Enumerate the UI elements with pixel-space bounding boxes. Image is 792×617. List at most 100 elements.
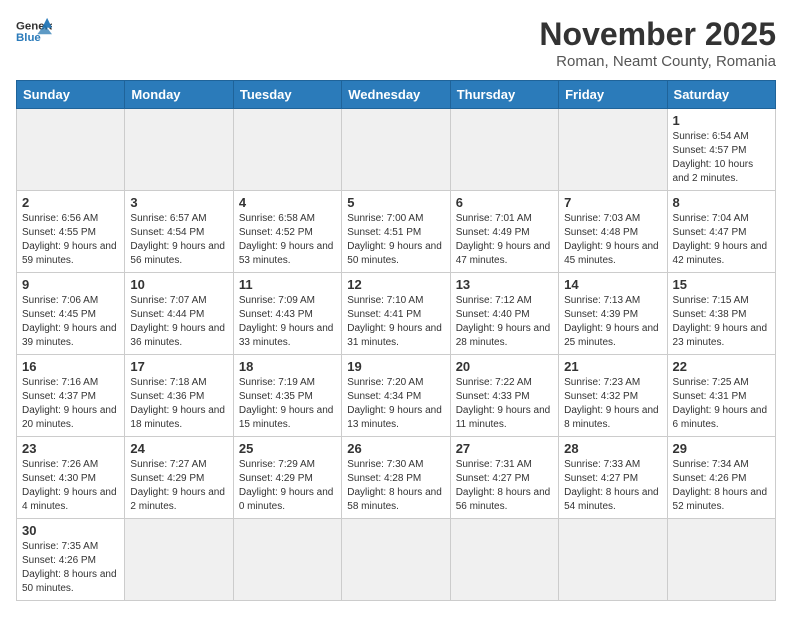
calendar-cell: 28 Sunrise: 7:33 AM Sunset: 4:27 PM Dayli… bbox=[559, 437, 667, 519]
calendar-cell: 25 Sunrise: 7:29 AM Sunset: 4:29 PM Dayli… bbox=[233, 437, 341, 519]
calendar-cell: 1 Sunrise: 6:54 AM Sunset: 4:57 PM Daylig… bbox=[667, 109, 775, 191]
day-info: Sunrise: 7:31 AM Sunset: 4:27 PM Dayligh… bbox=[456, 458, 553, 514]
calendar-cell: 18Sunrise: 7:19 AM Sunset: 4:35 PM Dayli… bbox=[233, 355, 341, 437]
calendar-week-row: 23 Sunrise: 7:26 AM Sunset: 4:30 PM Dayli… bbox=[17, 437, 776, 519]
location-subtitle: Roman, Neamt County, Romania bbox=[539, 53, 776, 70]
calendar-cell bbox=[450, 109, 558, 191]
calendar-cell: 14 Sunrise: 7:13 AM Sunset: 4:39 PM Dayli… bbox=[559, 273, 667, 355]
calendar-cell: 6 Sunrise: 7:01 AM Sunset: 4:49 PM Daylig… bbox=[450, 191, 558, 273]
day-info: Sunrise: 7:22 AM Sunset: 4:33 PM Dayligh… bbox=[456, 376, 553, 432]
calendar-cell bbox=[342, 109, 450, 191]
day-info: Sunrise: 7:16 AM Sunset: 4:37 PM Dayligh… bbox=[22, 376, 119, 432]
calendar-cell bbox=[17, 109, 125, 191]
calendar-cell: 27 Sunrise: 7:31 AM Sunset: 4:27 PM Dayli… bbox=[450, 437, 558, 519]
calendar-cell: 9Sunrise: 7:06 AM Sunset: 4:45 PM Daylig… bbox=[17, 273, 125, 355]
day-number: 22 bbox=[673, 359, 770, 374]
calendar-week-row: 30Sunrise: 7:35 AM Sunset: 4:26 PM Dayli… bbox=[17, 519, 776, 601]
day-info: Sunrise: 7:01 AM Sunset: 4:49 PM Dayligh… bbox=[456, 212, 553, 268]
weekday-header-monday: Monday bbox=[125, 81, 233, 109]
day-info: Sunrise: 7:12 AM Sunset: 4:40 PM Dayligh… bbox=[456, 294, 553, 350]
day-info: Sunrise: 7:26 AM Sunset: 4:30 PM Dayligh… bbox=[22, 458, 119, 514]
day-info: Sunrise: 6:56 AM Sunset: 4:55 PM Dayligh… bbox=[22, 212, 119, 268]
calendar-cell: 4 Sunrise: 6:58 AM Sunset: 4:52 PM Daylig… bbox=[233, 191, 341, 273]
day-number: 5 bbox=[347, 195, 444, 210]
day-info: Sunrise: 7:18 AM Sunset: 4:36 PM Dayligh… bbox=[130, 376, 227, 432]
svg-text:Blue: Blue bbox=[16, 32, 41, 44]
calendar-cell: 16 Sunrise: 7:16 AM Sunset: 4:37 PM Dayli… bbox=[17, 355, 125, 437]
day-number: 14 bbox=[564, 277, 661, 292]
day-info: Sunrise: 7:10 AM Sunset: 4:41 PM Dayligh… bbox=[347, 294, 444, 350]
calendar-cell: 17 Sunrise: 7:18 AM Sunset: 4:36 PM Dayli… bbox=[125, 355, 233, 437]
day-info: Sunrise: 7:03 AM Sunset: 4:48 PM Dayligh… bbox=[564, 212, 661, 268]
calendar-cell: 21 Sunrise: 7:23 AM Sunset: 4:32 PM Dayli… bbox=[559, 355, 667, 437]
calendar-cell bbox=[667, 519, 775, 601]
weekday-header-saturday: Saturday bbox=[667, 81, 775, 109]
calendar-cell bbox=[559, 519, 667, 601]
day-number: 21 bbox=[564, 359, 661, 374]
day-info: Sunrise: 7:23 AM Sunset: 4:32 PM Dayligh… bbox=[564, 376, 661, 432]
day-number: 4 bbox=[239, 195, 336, 210]
day-number: 17 bbox=[130, 359, 227, 374]
day-info: Sunrise: 7:27 AM Sunset: 4:29 PM Dayligh… bbox=[130, 458, 227, 514]
weekday-header-tuesday: Tuesday bbox=[233, 81, 341, 109]
weekday-header-friday: Friday bbox=[559, 81, 667, 109]
day-number: 18 bbox=[239, 359, 336, 374]
calendar-cell: 15 Sunrise: 7:15 AM Sunset: 4:38 PM Dayli… bbox=[667, 273, 775, 355]
calendar-cell bbox=[559, 109, 667, 191]
day-info: Sunrise: 7:33 AM Sunset: 4:27 PM Dayligh… bbox=[564, 458, 661, 514]
day-info: Sunrise: 7:20 AM Sunset: 4:34 PM Dayligh… bbox=[347, 376, 444, 432]
day-number: 26 bbox=[347, 441, 444, 456]
day-info: Sunrise: 7:15 AM Sunset: 4:38 PM Dayligh… bbox=[673, 294, 770, 350]
calendar-cell: 24 Sunrise: 7:27 AM Sunset: 4:29 PM Dayli… bbox=[125, 437, 233, 519]
weekday-header-row: SundayMondayTuesdayWednesdayThursdayFrid… bbox=[17, 81, 776, 109]
day-info: Sunrise: 7:34 AM Sunset: 4:26 PM Dayligh… bbox=[673, 458, 770, 514]
day-number: 15 bbox=[673, 277, 770, 292]
logo: General Blue bbox=[16, 16, 52, 46]
day-info: Sunrise: 7:30 AM Sunset: 4:28 PM Dayligh… bbox=[347, 458, 444, 514]
day-number: 27 bbox=[456, 441, 553, 456]
calendar-cell: 20 Sunrise: 7:22 AM Sunset: 4:33 PM Dayli… bbox=[450, 355, 558, 437]
day-number: 9 bbox=[22, 277, 119, 292]
day-number: 28 bbox=[564, 441, 661, 456]
day-info: Sunrise: 6:58 AM Sunset: 4:52 PM Dayligh… bbox=[239, 212, 336, 268]
calendar-week-row: 2Sunrise: 6:56 AM Sunset: 4:55 PM Daylig… bbox=[17, 191, 776, 273]
day-number: 16 bbox=[22, 359, 119, 374]
day-number: 1 bbox=[673, 113, 770, 128]
calendar-table: SundayMondayTuesdayWednesdayThursdayFrid… bbox=[16, 80, 776, 601]
day-number: 23 bbox=[22, 441, 119, 456]
day-number: 30 bbox=[22, 523, 119, 538]
day-info: Sunrise: 7:13 AM Sunset: 4:39 PM Dayligh… bbox=[564, 294, 661, 350]
day-info: Sunrise: 7:09 AM Sunset: 4:43 PM Dayligh… bbox=[239, 294, 336, 350]
day-number: 25 bbox=[239, 441, 336, 456]
weekday-header-wednesday: Wednesday bbox=[342, 81, 450, 109]
day-number: 10 bbox=[130, 277, 227, 292]
day-number: 11 bbox=[239, 277, 336, 292]
title-block: November 2025 Roman, Neamt County, Roman… bbox=[539, 16, 776, 70]
calendar-cell: 5 Sunrise: 7:00 AM Sunset: 4:51 PM Daylig… bbox=[342, 191, 450, 273]
day-info: Sunrise: 7:07 AM Sunset: 4:44 PM Dayligh… bbox=[130, 294, 227, 350]
calendar-cell: 22Sunrise: 7:25 AM Sunset: 4:31 PM Dayli… bbox=[667, 355, 775, 437]
day-number: 20 bbox=[456, 359, 553, 374]
calendar-cell bbox=[125, 109, 233, 191]
day-info: Sunrise: 7:00 AM Sunset: 4:51 PM Dayligh… bbox=[347, 212, 444, 268]
day-number: 3 bbox=[130, 195, 227, 210]
day-info: Sunrise: 6:54 AM Sunset: 4:57 PM Dayligh… bbox=[673, 130, 770, 186]
calendar-cell: 23 Sunrise: 7:26 AM Sunset: 4:30 PM Dayli… bbox=[17, 437, 125, 519]
day-number: 24 bbox=[130, 441, 227, 456]
calendar-week-row: 9Sunrise: 7:06 AM Sunset: 4:45 PM Daylig… bbox=[17, 273, 776, 355]
calendar-cell: 26 Sunrise: 7:30 AM Sunset: 4:28 PM Dayli… bbox=[342, 437, 450, 519]
day-number: 6 bbox=[456, 195, 553, 210]
day-number: 29 bbox=[673, 441, 770, 456]
day-number: 7 bbox=[564, 195, 661, 210]
calendar-cell: 3Sunrise: 6:57 AM Sunset: 4:54 PM Daylig… bbox=[125, 191, 233, 273]
logo-icon: General Blue bbox=[16, 16, 52, 46]
calendar-cell: 29 Sunrise: 7:34 AM Sunset: 4:26 PM Dayli… bbox=[667, 437, 775, 519]
calendar-week-row: 16 Sunrise: 7:16 AM Sunset: 4:37 PM Dayli… bbox=[17, 355, 776, 437]
day-info: Sunrise: 7:29 AM Sunset: 4:29 PM Dayligh… bbox=[239, 458, 336, 514]
calendar-cell bbox=[233, 109, 341, 191]
calendar-cell: 12Sunrise: 7:10 AM Sunset: 4:41 PM Dayli… bbox=[342, 273, 450, 355]
page-header: General Blue November 2025 Roman, Neamt … bbox=[16, 16, 776, 70]
calendar-cell bbox=[342, 519, 450, 601]
month-title: November 2025 bbox=[539, 16, 776, 53]
calendar-cell: 11 Sunrise: 7:09 AM Sunset: 4:43 PM Dayli… bbox=[233, 273, 341, 355]
